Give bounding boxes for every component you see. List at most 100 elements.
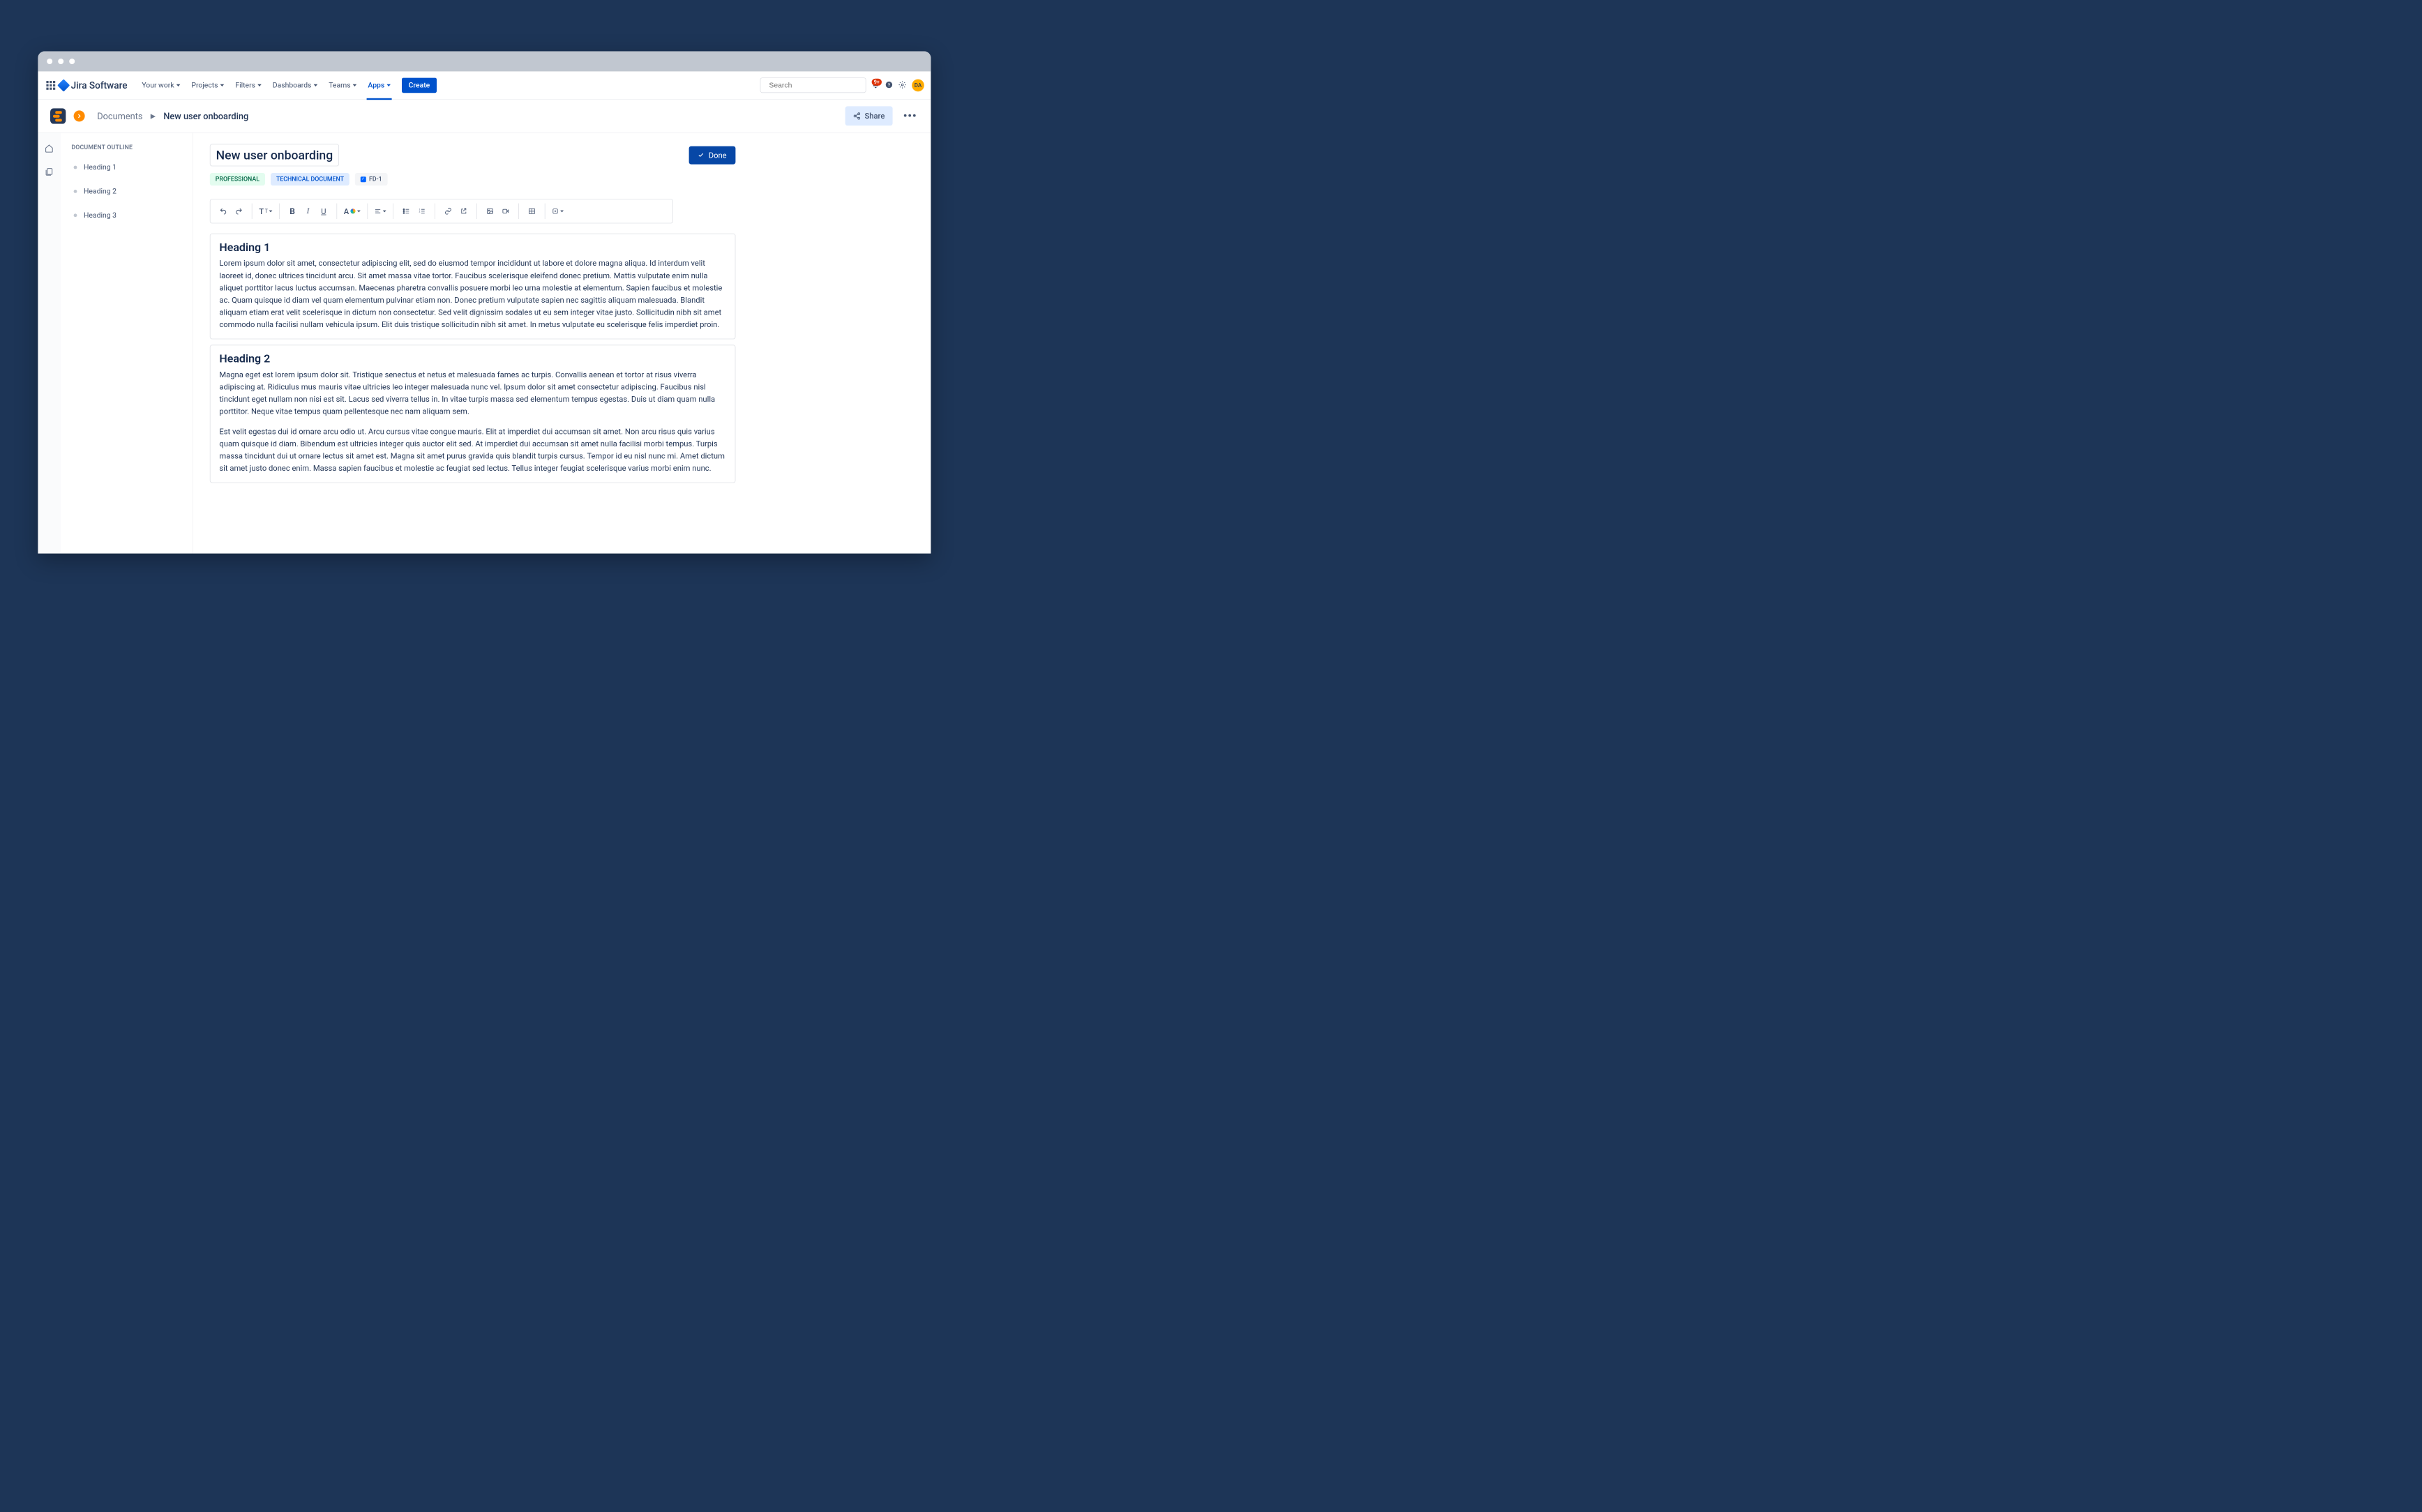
create-button[interactable]: Create [402,77,437,93]
align-button[interactable] [375,205,386,218]
window-titlebar [38,52,931,72]
bullet-list-icon [403,208,409,215]
jira-logo[interactable]: Jira Software [59,80,128,91]
redo-icon [235,207,243,215]
share-icon [853,112,861,120]
chevron-right-icon [77,114,81,118]
top-nav: Jira Software Your work Projects Filters… [38,71,931,99]
text-style-button[interactable]: TT [259,205,272,218]
undo-button[interactable] [217,205,230,218]
breadcrumb: Documents ▶ New user onboarding [97,111,248,121]
doc-title-input[interactable]: New user onboarding [210,144,339,166]
nav-your-work[interactable]: Your work [137,77,185,93]
nav-dashboards[interactable]: Dashboards [268,77,322,93]
tag-technical[interactable]: TECHNICAL DOCUMENT [271,173,349,186]
chevron-down-icon [314,84,318,86]
check-icon [698,152,705,158]
insert-button[interactable] [552,205,564,218]
outline-item[interactable]: Heading 1 [74,163,182,172]
nav-filters[interactable]: Filters [231,77,266,93]
nav-label: Teams [329,81,350,89]
subheader-actions: Share ••• [845,106,922,126]
chevron-down-icon [269,210,273,212]
svg-text:2: 2 [419,211,421,213]
jira-logo-icon [57,79,70,91]
nav-teams[interactable]: Teams [324,77,361,93]
image-button[interactable] [484,205,497,218]
help-button[interactable]: ? [885,81,893,90]
browser-frame: Jira Software Your work Projects Filters… [38,52,931,554]
table-button[interactable] [526,205,539,218]
outline-item-label: Heading 2 [84,187,116,195]
notif-badge: 9+ [872,79,882,86]
nav-apps[interactable]: Apps [363,77,395,93]
color-swatch-icon [351,209,356,213]
link-button[interactable] [442,205,455,218]
block-paragraph: Lorem ipsum dolor sit amet, consectetur … [219,257,725,331]
bullet-icon [74,190,77,193]
doc-headerbar: New user onboarding Done [210,144,736,166]
shortcut-button[interactable] [458,205,470,218]
app-icon [50,108,66,123]
documents-button[interactable] [45,167,54,177]
chevron-down-icon [257,84,262,86]
nav-items: Your work Projects Filters Dashboards Te… [137,77,437,93]
shortcut-icon [460,208,467,215]
bullet-list-button[interactable] [400,205,413,218]
share-label: Share [864,112,885,121]
outline-item[interactable]: Heading 2 [74,187,182,195]
numbered-list-icon: 12 [419,208,426,215]
content-blocks: Heading 1 Lorem ipsum dolor sit amet, co… [210,234,736,483]
chevron-down-icon [176,84,181,86]
minimize-icon[interactable] [58,59,63,64]
undo-icon [219,207,227,215]
block-heading: Heading 2 [219,352,725,365]
maximize-icon[interactable] [69,59,75,64]
content-block[interactable]: Heading 1 Lorem ipsum dolor sit amet, co… [210,234,736,340]
nav-label: Your work [142,81,174,89]
align-left-icon [375,208,382,215]
nav-projects[interactable]: Projects [187,77,229,93]
chevron-down-icon [560,210,564,212]
italic-button[interactable]: I [302,205,315,218]
collapse-sidebar-button[interactable] [74,110,85,121]
video-button[interactable] [499,205,512,218]
avatar[interactable]: DA [912,79,924,91]
gear-icon [898,81,906,89]
done-button[interactable]: Done [689,146,736,164]
text-color-button[interactable]: A [344,205,361,218]
nav-label: Dashboards [273,81,312,89]
link-icon [444,208,451,215]
icon-rail [38,133,60,553]
numbered-list-button[interactable]: 12 [416,205,428,218]
search-input[interactable] [760,77,866,93]
chevron-down-icon [386,84,391,86]
outline-panel: DOCUMENT OUTLINE Heading 1 Heading 2 Hea… [60,133,193,553]
search-field[interactable] [769,81,862,89]
jira-logo-text: Jira Software [71,80,128,91]
image-icon [486,208,493,215]
app-switcher-icon[interactable] [45,79,57,91]
outline-item[interactable]: Heading 3 [74,211,182,220]
tag-professional[interactable]: PROFESSIONAL [210,173,265,186]
home-button[interactable] [45,144,54,153]
notifications-button[interactable]: 9+ [872,81,880,90]
tag-issue-link[interactable]: FD-1 [355,173,388,186]
tag-label: FD-1 [369,176,382,183]
body: DOCUMENT OUTLINE Heading 1 Heading 2 Hea… [38,133,931,553]
breadcrumb-separator-icon: ▶ [151,112,156,120]
content-block[interactable]: Heading 2 Magna eget est lorem ipsum dol… [210,345,736,483]
editor-toolbar: TT B I U A 12 [210,199,673,223]
nav-label: Apps [368,81,384,89]
settings-button[interactable] [898,81,906,90]
subheader: Documents ▶ New user onboarding Share ••… [38,99,931,133]
breadcrumb-parent[interactable]: Documents [97,111,142,121]
underline-button[interactable]: U [317,205,330,218]
bold-button[interactable]: B [286,205,299,218]
more-button[interactable]: ••• [898,107,922,125]
redo-button[interactable] [233,205,246,218]
close-icon[interactable] [47,59,52,64]
share-button[interactable]: Share [845,106,892,126]
chevron-down-icon [357,210,361,212]
document-icon [45,167,54,176]
